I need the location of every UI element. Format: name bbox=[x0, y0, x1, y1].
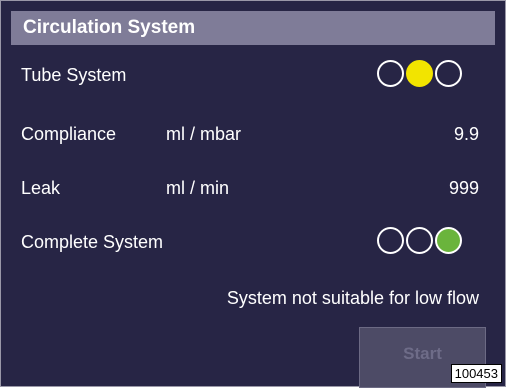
leak-unit: ml / min bbox=[166, 178, 229, 198]
leak-label: Leak bbox=[21, 178, 61, 198]
compliance-label: Compliance bbox=[21, 124, 117, 144]
compliance-value: 9.9 bbox=[453, 124, 479, 144]
compliance-unit: ml / mbar bbox=[166, 124, 242, 144]
tube-system-light-2 bbox=[406, 60, 433, 87]
circulation-system-panel: Circulation System Tube System Complianc… bbox=[0, 0, 506, 388]
figure-id-label: 100453 bbox=[450, 364, 502, 383]
tube-system-light-3 bbox=[435, 60, 462, 87]
complete-system-light-2 bbox=[406, 227, 433, 254]
tube-system-label: Tube System bbox=[21, 65, 127, 85]
complete-system-indicator bbox=[377, 227, 462, 254]
complete-system-light-3 bbox=[435, 227, 462, 254]
panel-title: Circulation System bbox=[11, 11, 495, 45]
leak-value: 999 bbox=[448, 178, 479, 198]
tube-system-indicator bbox=[377, 60, 462, 87]
status-message: System not suitable for low flow bbox=[226, 288, 479, 308]
complete-system-label: Complete System bbox=[21, 232, 164, 252]
tube-system-light-1 bbox=[377, 60, 404, 87]
complete-system-light-1 bbox=[377, 227, 404, 254]
